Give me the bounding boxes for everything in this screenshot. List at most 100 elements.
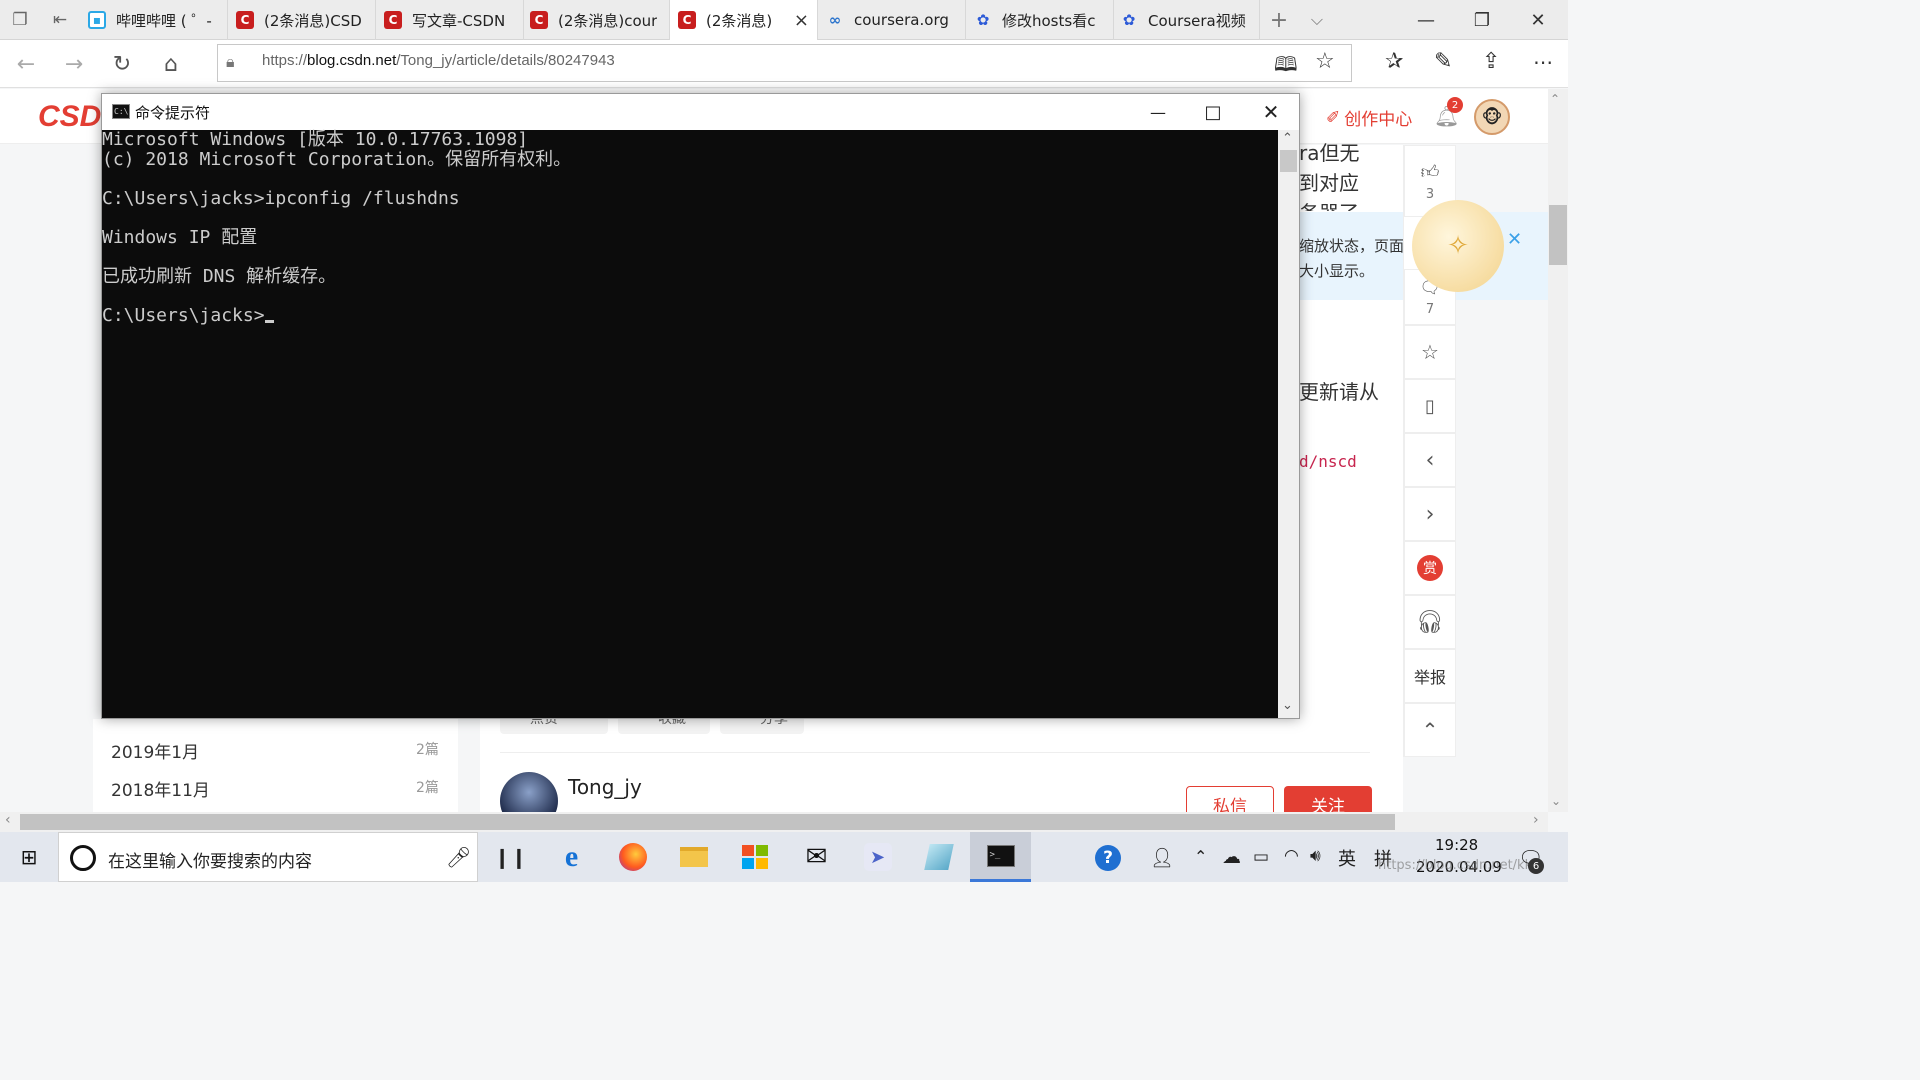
close-browser-button[interactable]: ✕ [1510,0,1566,40]
cmd-line-text: C:\Users\jacks>ipconfig /flushdns [102,187,460,209]
tab-preview-chevron-icon[interactable]: ⌵ [1300,0,1334,40]
edge-icon[interactable]: e [541,832,602,882]
bottom-like-button[interactable]: 点赞 [500,719,608,734]
scroll-down-arrow-icon[interactable]: ⌄ [1551,794,1561,808]
page-hscroll-thumb[interactable] [20,814,1395,830]
refresh-icon[interactable]: ↻ [98,40,146,88]
tabs-aside-icon[interactable]: ⇤ [40,0,80,40]
back-to-top-button[interactable]: ⌃ [1404,703,1456,757]
pen-icon: ✐ [1326,107,1341,128]
report-label: 举报 [1413,668,1446,687]
wifi-icon[interactable]: ◠ [1284,846,1299,866]
ime-language[interactable]: 英 [1338,845,1356,871]
tab-4[interactable]: C (2条消息)cour [522,0,670,40]
cmd-scroll-down-icon[interactable]: ⌄ [1282,698,1293,713]
cmd-line [102,286,1278,306]
support-button[interactable]: 🎧︎ [1404,595,1456,649]
file-explorer-icon[interactable] [663,832,724,882]
forward-icon[interactable]: → [50,40,98,88]
pen-icon[interactable]: ✎ [1434,49,1452,74]
people-icon[interactable]: 👤︎ [1150,846,1174,869]
cmd-maximize-button[interactable]: □ [1186,94,1240,130]
page-vertical-scrollbar[interactable] [1548,89,1568,812]
author-name[interactable]: Tong_jy [568,775,642,799]
cmd-scroll-up-icon[interactable]: ⌃ [1282,131,1293,146]
article-text-3: 务器了 [1299,197,1359,211]
bottom-like-label: 点赞 [530,719,558,727]
cmd-line-text: Windows IP 配置 [102,226,258,248]
zoom-tip-close-icon[interactable]: ✕ [1507,229,1522,250]
tab-close-icon[interactable]: × [786,10,809,31]
tab-7[interactable]: ✿ 修改hosts看c [966,0,1114,40]
tab-overview-icon[interactable]: ❐ [0,0,40,40]
new-tab-button[interactable]: + [1262,0,1296,40]
bottom-share-button[interactable]: 分享 [720,719,804,734]
archive-month[interactable]: 2018年11月 [111,776,210,801]
tab-3[interactable]: C 写文章-CSDN [376,0,524,40]
article-text-4: 更新请从 [1299,380,1379,404]
home-icon[interactable]: ⌂ [147,40,195,88]
microphone-icon[interactable]: 🎤︎ [446,845,471,869]
tab-6[interactable]: ∞ coursera.org [818,0,966,40]
cmd-close-button[interactable]: ✕ [1243,94,1299,130]
more-icon[interactable]: ⋯ [1533,50,1553,74]
battery-icon[interactable]: ▭ [1253,847,1269,867]
tab-1[interactable]: ▪ 哔哩哔哩 ( ゜- [80,0,228,40]
cmd-line: (c) 2018 Microsoft Corporation。保留所有权利。 [102,149,1278,170]
favorites-hub-icon[interactable]: ✰ [1385,49,1403,74]
cmd-scroll-thumb[interactable] [1280,150,1297,172]
bottom-collect-button[interactable]: 收藏 [618,719,710,734]
scroll-left-arrow-icon[interactable]: ‹ [5,812,11,828]
show-hidden-icons-icon[interactable]: ⌃ [1194,847,1207,866]
tab-5[interactable]: C (2条消息) × [670,0,818,40]
task-view-icon[interactable]: ❙❙ [480,832,541,882]
prev-article-button[interactable]: ‹ [1404,433,1456,487]
reading-view-icon[interactable]: 🕮︎ [1274,50,1298,84]
windows-start-icon[interactable]: ⊞ [0,832,58,882]
mail-icon[interactable]: ✉ [786,832,847,882]
csdn-logo[interactable]: CSD [38,100,101,134]
user-avatar[interactable]: 🐵︎ [1474,99,1510,135]
reward-button[interactable]: 赏 [1404,541,1456,595]
cmd-line [102,247,1278,267]
store-icon[interactable] [724,832,785,882]
chevron-up-icon: ⌃ [1421,718,1439,742]
share-icon[interactable]: ⇪ [1482,49,1500,74]
cmd-cursor [264,319,274,323]
comment-count: 7 [1425,301,1435,317]
minimize-button[interactable]: — [1398,0,1454,40]
vip-badge-icon[interactable]: ✧ [1412,200,1504,292]
next-article-button[interactable]: › [1404,487,1456,541]
app-bird-icon[interactable]: ➤ [847,832,908,882]
collect-button[interactable]: ☆ [1404,325,1456,379]
help-icon[interactable]: ? [1095,845,1121,871]
reward-icon: 赏 [1417,555,1443,581]
onedrive-icon[interactable]: ☁︎ [1222,846,1241,868]
tab-8[interactable]: ✿ Coursera视频 [1112,0,1260,40]
url-prefix: https:// [262,52,308,69]
cmd-scrollbar[interactable] [1278,130,1299,718]
mobile-button[interactable]: ▯ [1404,379,1456,433]
app-notes-icon[interactable] [908,832,969,882]
back-icon[interactable]: ← [2,40,50,88]
tab-title: (2条消息)cour [558,11,658,30]
cortana-icon[interactable] [70,845,96,871]
scroll-right-arrow-icon[interactable]: › [1533,812,1539,828]
page-scroll-thumb[interactable] [1549,205,1567,265]
favorite-star-icon[interactable]: ☆ [1315,49,1335,74]
bilibili-icon: ▪ [88,11,106,29]
volume-icon[interactable]: 🔊︎ [1310,846,1321,866]
report-button[interactable]: 举报 [1404,649,1456,703]
firefox-icon[interactable] [602,832,663,882]
cmd-minimize-button[interactable]: — [1131,94,1185,130]
cmd-titlebar[interactable] [102,94,1299,130]
url-text[interactable]: https://blog.csdn.net/Tong_jy/article/de… [262,52,615,69]
archive-month[interactable]: 2019年1月 [111,738,199,763]
clock-time[interactable]: 19:28 [1435,836,1478,854]
scroll-up-arrow-icon[interactable]: ⌃ [1550,92,1560,106]
tab-2[interactable]: C (2条消息)CSD [228,0,376,40]
create-center-link[interactable]: ✐ 创作中心 [1326,105,1412,131]
cmd-console[interactable]: Microsoft Windows [版本 10.0.17763.1098] (c… [102,130,1278,718]
cmd-taskbar-icon[interactable]: >_ [970,832,1031,882]
restore-button[interactable]: ❐ [1454,0,1510,40]
